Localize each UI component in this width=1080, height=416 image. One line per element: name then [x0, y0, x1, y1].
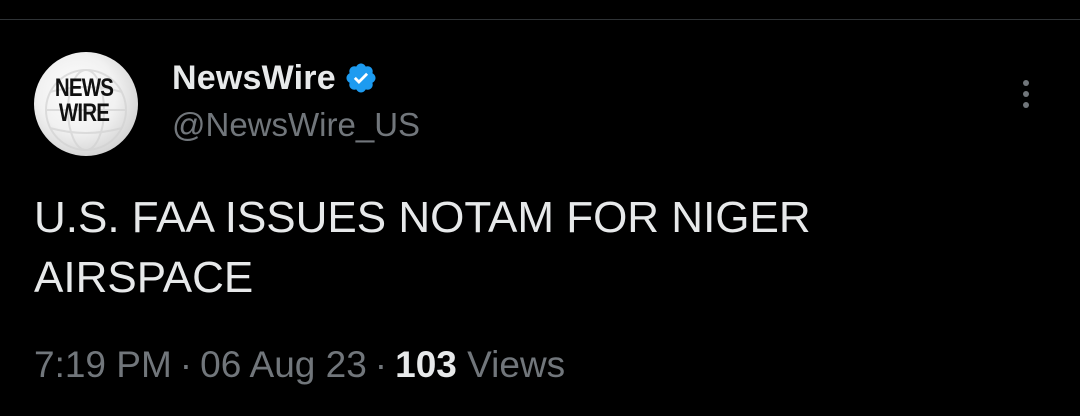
- views-count[interactable]: 103: [395, 344, 457, 385]
- more-dot: [1023, 102, 1029, 108]
- more-dot: [1023, 80, 1029, 86]
- account-handle[interactable]: @NewsWire_US: [172, 106, 420, 144]
- tweet-card[interactable]: NEWS WIRE NewsWire @NewsWire_US U.S. FAA…: [0, 20, 1080, 416]
- name-row: NewsWire: [172, 56, 378, 100]
- post-date[interactable]: 06 Aug 23: [200, 344, 367, 385]
- meta-separator: ·: [179, 344, 193, 385]
- avatar[interactable]: NEWS WIRE: [34, 52, 138, 156]
- avatar-logo-text: NEWS WIRE: [43, 76, 125, 126]
- meta-separator: ·: [374, 344, 388, 385]
- more-options-icon[interactable]: [1012, 74, 1040, 114]
- display-name[interactable]: NewsWire: [172, 59, 336, 98]
- tweet-meta: 7:19 PM · 06 Aug 23 · 103 Views: [34, 344, 565, 386]
- views-label: Views: [467, 344, 566, 385]
- tweet-text: U.S. FAA ISSUES NOTAM FOR NIGER AIRSPACE: [34, 193, 811, 302]
- avatar-logo-line1: NEWS: [54, 74, 114, 102]
- post-time[interactable]: 7:19 PM: [34, 344, 172, 385]
- more-dot: [1023, 91, 1029, 97]
- verified-badge-icon[interactable]: [344, 61, 378, 95]
- avatar-logo-line2: WIRE: [58, 99, 110, 127]
